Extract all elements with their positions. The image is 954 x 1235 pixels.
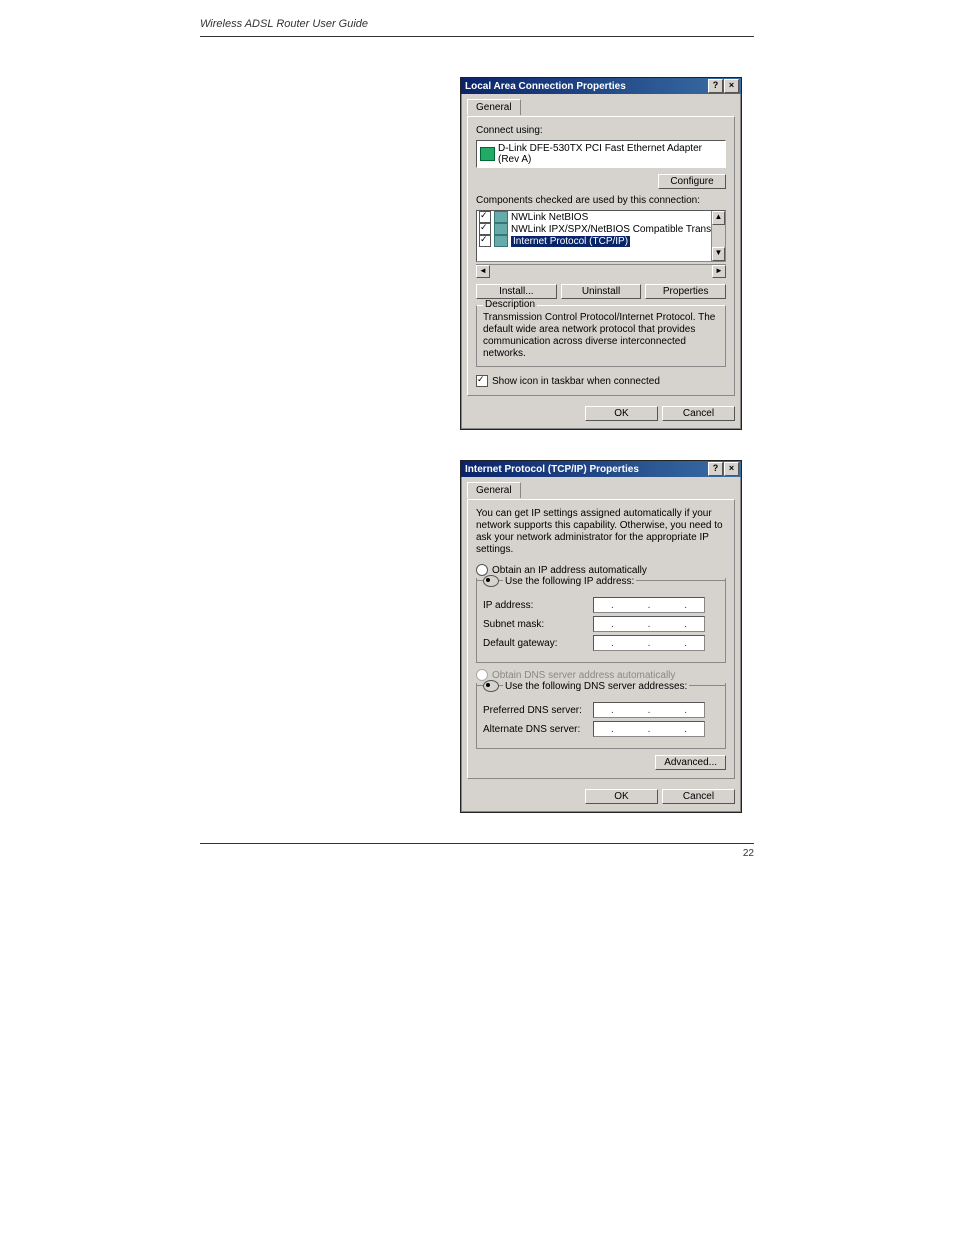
cancel-button[interactable]: Cancel [662,406,735,421]
window-title: Local Area Connection Properties [465,81,626,92]
header-left: Wireless ADSL Router User Guide [200,18,368,30]
radio-icon[interactable] [483,680,499,692]
ip-fieldset: Use the following IP address: IP address… [476,578,726,663]
preferred-dns-input[interactable]: ... [593,702,705,718]
checkbox-icon[interactable] [479,235,491,247]
protocol-icon [494,235,508,247]
default-gateway-label: Default gateway: [483,638,593,649]
horizontal-scrollbar[interactable]: ◄ ► [476,264,726,278]
close-icon[interactable]: × [724,79,739,93]
advanced-button[interactable]: Advanced... [655,755,726,770]
preferred-dns-label: Preferred DNS server: [483,705,593,716]
titlebar[interactable]: Local Area Connection Properties ? × [461,78,741,94]
tab-general[interactable]: General [467,99,521,115]
close-icon[interactable]: × [724,462,739,476]
ok-button[interactable]: OK [585,406,658,421]
tab-general[interactable]: General [467,482,521,498]
connect-using-label: Connect using: [476,125,726,136]
ip-address-input[interactable]: ... [593,597,705,613]
radio-use-ip[interactable]: Use the following IP address: [503,576,636,587]
scroll-right-icon[interactable]: ► [712,265,726,278]
cancel-button[interactable]: Cancel [662,789,735,804]
scroll-down-icon[interactable]: ▼ [712,247,725,261]
titlebar[interactable]: Internet Protocol (TCP/IP) Properties ? … [461,461,741,477]
adapter-field: D-Link DFE-530TX PCI Fast Ethernet Adapt… [476,140,726,168]
tcpip-properties-dialog: Internet Protocol (TCP/IP) Properties ? … [460,460,742,813]
alternate-dns-input[interactable]: ... [593,721,705,737]
configure-button[interactable]: Configure [658,174,726,189]
uninstall-button[interactable]: Uninstall [561,284,642,299]
components-listbox[interactable]: NWLink NetBIOS NWLink IPX/SPX/NetBIOS Co… [476,210,726,262]
dns-fieldset: Use the following DNS server addresses: … [476,683,726,749]
install-button[interactable]: Install... [476,284,557,299]
page-header: Wireless ADSL Router User Guide [200,0,754,37]
help-icon[interactable]: ? [708,79,723,93]
window-title: Internet Protocol (TCP/IP) Properties [465,464,639,475]
radio-use-dns[interactable]: Use the following DNS server addresses: [503,681,689,692]
ok-button[interactable]: OK [585,789,658,804]
list-item[interactable]: NWLink IPX/SPX/NetBIOS Compatible Transp… [477,223,711,235]
protocol-icon [494,211,508,223]
checkbox-icon[interactable] [476,375,488,387]
footer-right: 22 [743,848,754,859]
info-text: You can get IP settings assigned automat… [476,508,726,556]
description-text: Transmission Control Protocol/Internet P… [483,312,719,360]
lan-properties-dialog: Local Area Connection Properties ? × Gen… [460,77,742,430]
default-gateway-input[interactable]: ... [593,635,705,651]
vertical-scrollbar[interactable]: ▲ ▼ [711,211,725,261]
subnet-mask-label: Subnet mask: [483,619,593,630]
show-icon-checkbox[interactable]: Show icon in taskbar when connected [476,375,726,387]
scroll-up-icon[interactable]: ▲ [712,211,725,225]
scroll-left-icon[interactable]: ◄ [476,265,490,278]
subnet-mask-input[interactable]: ... [593,616,705,632]
list-item[interactable]: NWLink NetBIOS [477,211,711,223]
help-icon[interactable]: ? [708,462,723,476]
ip-address-label: IP address: [483,600,593,611]
page-footer: 22 [200,843,754,863]
properties-button[interactable]: Properties [645,284,726,299]
description-title: Description [483,299,537,310]
protocol-icon [494,223,508,235]
adapter-name: D-Link DFE-530TX PCI Fast Ethernet Adapt… [498,143,721,165]
description-group: Description Transmission Control Protoco… [476,305,726,367]
list-item[interactable]: Internet Protocol (TCP/IP) [477,235,711,247]
alternate-dns-label: Alternate DNS server: [483,724,593,735]
nic-icon [481,148,494,160]
radio-icon[interactable] [483,575,499,587]
components-label: Components checked are used by this conn… [476,195,726,206]
